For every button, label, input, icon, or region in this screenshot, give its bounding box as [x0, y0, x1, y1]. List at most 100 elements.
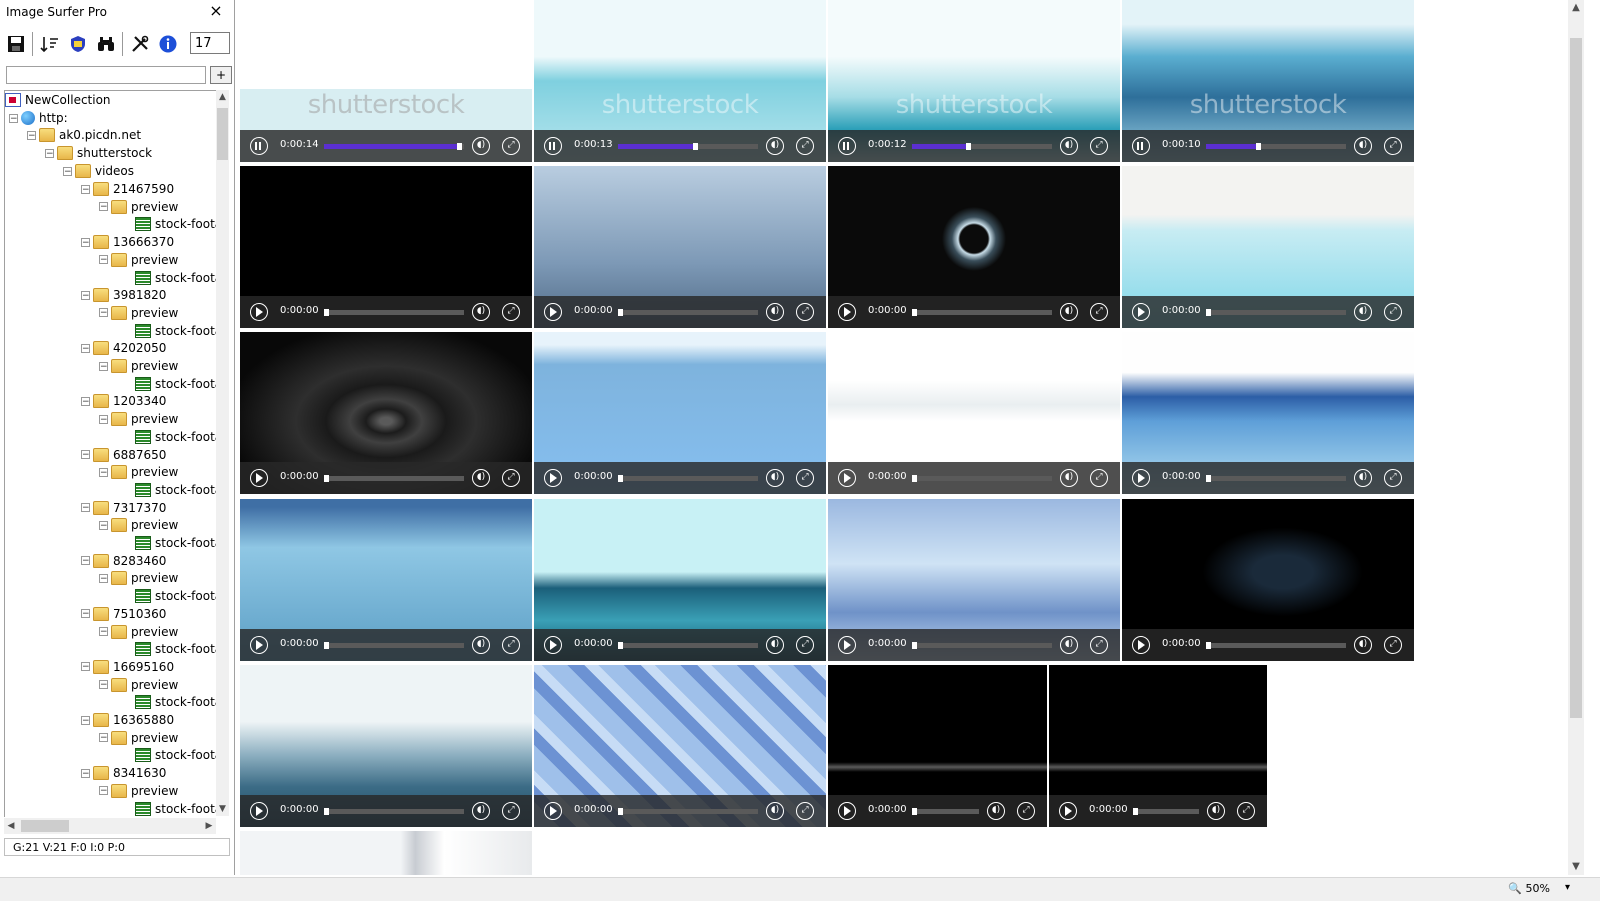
collapse-icon[interactable]: −	[99, 627, 108, 637]
add-button[interactable]: +	[210, 66, 232, 84]
volume-icon[interactable]: ◖)	[1060, 469, 1078, 487]
collapse-icon[interactable]: −	[81, 237, 90, 247]
seek-handle[interactable]	[912, 808, 917, 815]
tree-node-id[interactable]: −7317370	[81, 499, 166, 517]
seek-bar[interactable]	[912, 143, 1052, 150]
scroll-right-icon[interactable]: ▶	[202, 818, 216, 834]
tree-node-preview[interactable]: − preview	[99, 357, 178, 375]
seek-handle[interactable]	[1133, 808, 1138, 815]
tree-node-id[interactable]: −13666370	[81, 233, 174, 251]
volume-icon[interactable]: ◖)	[1354, 636, 1372, 654]
tree-node-file[interactable]: stock-foota	[135, 587, 217, 605]
tree-node-preview[interactable]: − preview	[99, 516, 178, 534]
collapse-icon[interactable]: −	[99, 520, 108, 530]
volume-icon[interactable]: ◖)	[1354, 469, 1372, 487]
tree-node-file[interactable]: stock-foota	[135, 428, 217, 446]
tree-horizontal-scrollbar[interactable]: ◀ ▶	[4, 818, 216, 834]
play-icon[interactable]	[1059, 802, 1077, 820]
play-icon[interactable]	[838, 636, 856, 654]
play-icon[interactable]	[838, 303, 856, 321]
fullscreen-icon[interactable]: ⤢	[1384, 137, 1402, 155]
fullscreen-icon[interactable]: ⤢	[1090, 469, 1108, 487]
seek-handle[interactable]	[618, 642, 623, 649]
tree-node-preview[interactable]: − preview	[99, 782, 178, 800]
volume-icon[interactable]: ◖)	[1060, 137, 1078, 155]
video-tile[interactable]: shutterstock 0:00:13 ◖) ⤢	[534, 0, 826, 162]
scroll-down-icon[interactable]: ▼	[1568, 859, 1584, 875]
collapse-icon[interactable]: −	[81, 609, 90, 619]
tree-node-id[interactable]: −6887650	[81, 446, 166, 464]
fullscreen-icon[interactable]: ⤢	[1384, 469, 1402, 487]
tree-node-preview[interactable]: − preview	[99, 251, 178, 269]
seek-bar[interactable]	[618, 808, 758, 815]
fullscreen-icon[interactable]: ⤢	[502, 636, 520, 654]
scroll-thumb[interactable]	[217, 108, 228, 160]
video-tile[interactable]: 0:00:00 ◖) ⤢	[1049, 665, 1267, 827]
tree-node-section[interactable]: − videos	[63, 162, 134, 180]
fullscreen-icon[interactable]: ⤢	[502, 802, 520, 820]
seek-handle[interactable]	[1206, 475, 1211, 482]
seek-handle[interactable]	[693, 143, 699, 150]
video-tile[interactable]: 0:00:00 ◖) ⤢	[828, 665, 1047, 827]
play-icon[interactable]	[250, 469, 268, 487]
tree-node-id[interactable]: −8341630	[81, 764, 166, 782]
tree-node-id[interactable]: −3981820	[81, 286, 166, 304]
search-input[interactable]	[6, 66, 206, 84]
tree-node-id[interactable]: −21467590	[81, 180, 174, 198]
collapse-icon[interactable]: −	[81, 768, 90, 778]
video-tile[interactable]: 0:00:00 ◖) ⤢	[240, 665, 532, 827]
volume-icon[interactable]: ◖)	[1354, 303, 1372, 321]
fullscreen-icon[interactable]: ⤢	[796, 802, 814, 820]
tree-node-file[interactable]: stock-foota	[135, 746, 217, 764]
video-tile[interactable]: shutterstock 0:00:10 ◖) ⤢	[1122, 0, 1414, 162]
tree-node-id[interactable]: −7510360	[81, 605, 166, 623]
collapse-icon[interactable]: −	[99, 361, 108, 371]
seek-bar[interactable]	[1206, 309, 1346, 316]
play-icon[interactable]	[544, 303, 562, 321]
folder-tree[interactable]: NewCollection − http: − ak0.picdn.net − …	[4, 90, 217, 817]
seek-handle[interactable]	[966, 143, 972, 150]
play-icon[interactable]	[250, 303, 268, 321]
video-tile[interactable]: 0:00:00 ◖) ⤢	[828, 166, 1120, 328]
video-tile[interactable]: 0:00:00 ◖) ⤢	[828, 332, 1120, 494]
seek-handle[interactable]	[1256, 143, 1262, 150]
seek-handle[interactable]	[324, 808, 329, 815]
video-tile[interactable]: 0:00:00 ◖) ⤢	[828, 499, 1120, 661]
volume-icon[interactable]: ◖)	[1207, 802, 1225, 820]
zoom-level[interactable]: 🔍 50%	[1508, 882, 1550, 895]
play-icon[interactable]	[838, 469, 856, 487]
fullscreen-icon[interactable]: ⤢	[796, 137, 814, 155]
play-icon[interactable]	[838, 802, 856, 820]
tree-node-file[interactable]: stock-foota	[135, 640, 217, 658]
volume-icon[interactable]: ◖)	[1060, 636, 1078, 654]
video-tile[interactable]: 0:00:00 ◖) ⤢	[534, 166, 826, 328]
play-icon[interactable]	[544, 469, 562, 487]
fullscreen-icon[interactable]: ⤢	[502, 469, 520, 487]
collapse-icon[interactable]: −	[81, 396, 90, 406]
fullscreen-icon[interactable]: ⤢	[796, 636, 814, 654]
collapse-icon[interactable]: −	[9, 113, 18, 123]
tools-icon[interactable]	[128, 32, 152, 56]
tree-node-preview[interactable]: − preview	[99, 410, 178, 428]
tree-node-id[interactable]: −8283460	[81, 552, 166, 570]
collapse-icon[interactable]: −	[63, 166, 72, 176]
collapse-icon[interactable]: −	[81, 184, 90, 194]
tree-node-file[interactable]: stock-foota	[135, 322, 217, 340]
video-tile[interactable]: 0:00:00 ◖) ⤢	[240, 166, 532, 328]
fullscreen-icon[interactable]: ⤢	[1384, 636, 1402, 654]
pause-icon[interactable]	[1132, 137, 1150, 155]
play-icon[interactable]	[1132, 303, 1150, 321]
seek-handle[interactable]	[912, 309, 917, 316]
seek-bar[interactable]	[324, 309, 464, 316]
tree-node-id[interactable]: −1203340	[81, 392, 166, 410]
seek-handle[interactable]	[1206, 309, 1211, 316]
seek-bar[interactable]	[1206, 143, 1346, 150]
play-icon[interactable]	[544, 636, 562, 654]
collapse-icon[interactable]: −	[99, 680, 108, 690]
volume-icon[interactable]: ◖)	[1060, 303, 1078, 321]
play-icon[interactable]	[544, 802, 562, 820]
binoculars-icon[interactable]	[94, 32, 118, 56]
fullscreen-icon[interactable]: ⤢	[1384, 303, 1402, 321]
count-input[interactable]	[190, 32, 230, 54]
video-tile[interactable]: 0:00:00 ◖) ⤢	[240, 499, 532, 661]
